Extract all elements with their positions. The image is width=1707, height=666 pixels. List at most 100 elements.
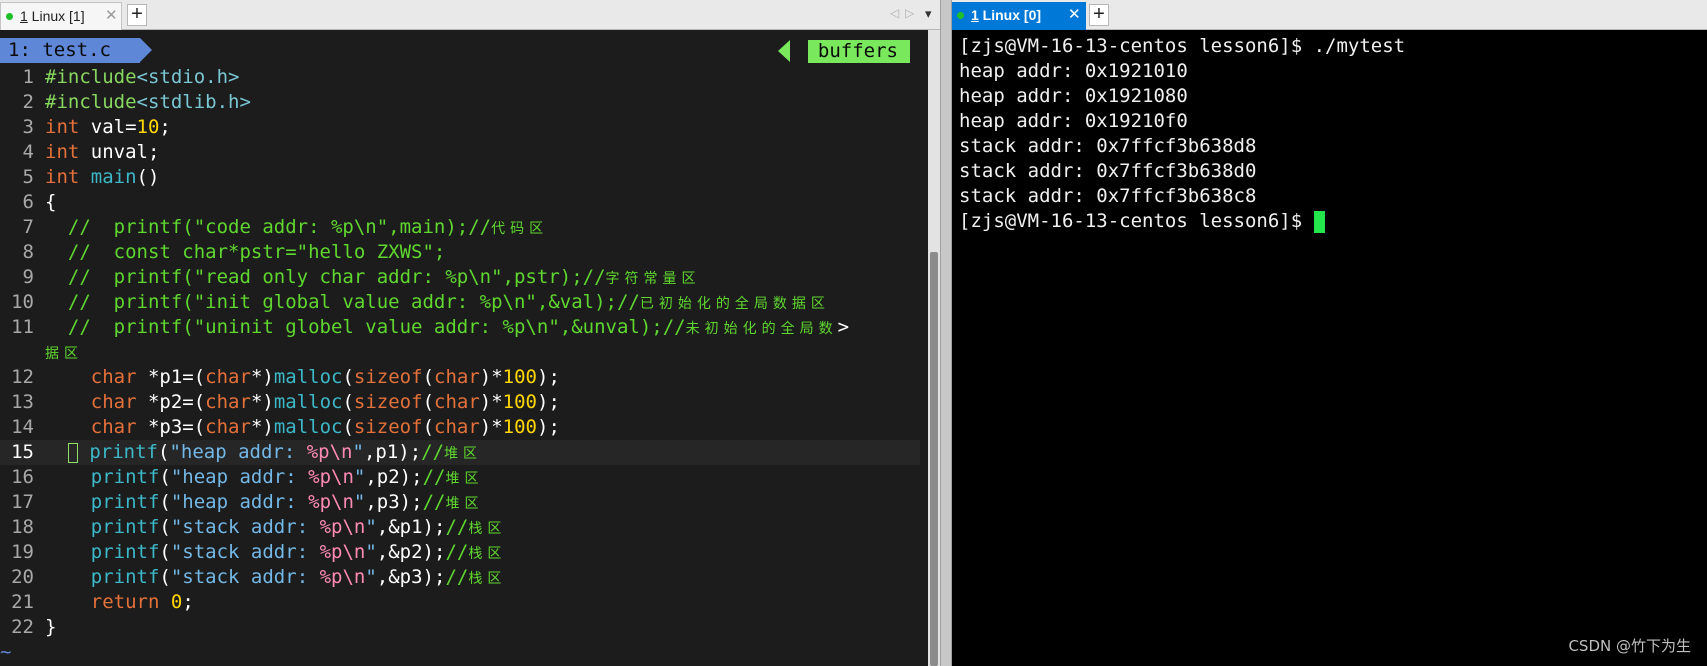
code-token: printf — [90, 491, 160, 513]
vim-tab-title[interactable]: 1: test.c — [0, 38, 140, 63]
code-line[interactable]: 14 char *p3=(char*)malloc(sizeof(char)*1… — [0, 415, 920, 440]
line-number: 2 — [22, 91, 34, 113]
code-token: )* — [479, 416, 503, 438]
code-token: ( — [157, 441, 170, 463]
code-line[interactable]: 8 // const char*pstr="hello ZXWS"; — [0, 240, 920, 265]
code-token: 代码区 — [491, 221, 549, 237]
line-number: 21 — [11, 591, 34, 613]
code-token: unval; — [79, 141, 160, 163]
terminal-pane[interactable]: [zjs@VM-16-13-centos lesson6]$ ./mytest h… — [952, 30, 1707, 666]
code-line[interactable]: 20 printf("stack addr: %p\n",&p3);//栈区 — [0, 565, 920, 590]
code-token: > — [837, 316, 850, 338]
code-token: ); — [537, 366, 560, 388]
code-line[interactable]: ~ — [0, 640, 920, 665]
code-line[interactable]: 12 char *p1=(char*)malloc(sizeof(char)*1… — [0, 365, 920, 390]
code-line[interactable]: 9 // printf("read only char addr: %p\n",… — [0, 265, 920, 290]
code-line[interactable]: 5 int main() — [0, 165, 920, 190]
line-number: 13 — [11, 391, 34, 413]
code-area[interactable]: 1 #include<stdio.h> 2 #include<stdlib.h> 3 in… — [0, 65, 920, 665]
code-line[interactable]: 据区 — [0, 340, 920, 365]
code-token: 字符常量区 — [605, 271, 701, 287]
line-text: char *p3=(char*)malloc(sizeof(char)*100)… — [45, 415, 560, 440]
vim-editor-pane[interactable]: 1: test.c buffers 1 #include<stdio.h> 2 #in… — [0, 30, 925, 666]
code-token: // — [445, 516, 469, 538]
code-token: char — [90, 416, 137, 438]
close-icon[interactable]: ✕ — [105, 3, 118, 29]
code-line[interactable]: 13 char *p2=(char*)malloc(sizeof(char)*1… — [0, 390, 920, 415]
code-token: *) — [250, 391, 274, 413]
line-text: printf("stack addr: %p\n",&p3);//栈区 — [45, 565, 506, 592]
terminal-line: stack addr: 0x7ffcf3b638d0 — [959, 159, 1405, 184]
line-number: 8 — [22, 241, 34, 263]
add-tab-button[interactable]: + — [127, 4, 147, 26]
line-text: 据区 — [45, 340, 83, 367]
pane-divider[interactable] — [940, 0, 952, 666]
code-line[interactable]: 6{ — [0, 190, 920, 215]
code-token: char — [205, 416, 251, 438]
code-line[interactable]: 2 #include<stdlib.h> — [0, 90, 920, 115]
code-token: // printf("uninit globel value addr: %p\… — [45, 316, 686, 338]
code-line[interactable]: 4 int unval; — [0, 140, 920, 165]
code-line[interactable]: 7 // printf("code addr: %p\n",main);//代码… — [0, 215, 920, 240]
code-token: 栈区 — [468, 571, 507, 587]
right-tabbar: 1 Linux [0] ✕ + — [952, 0, 1707, 30]
code-token: int — [45, 141, 80, 163]
code-token: char — [205, 391, 251, 413]
scroll-right-icon[interactable]: ▷ — [905, 6, 914, 20]
code-token: ,p1); — [363, 441, 422, 463]
tab-menu-icon[interactable]: ▾ — [925, 6, 932, 22]
code-token: 据区 — [45, 346, 83, 362]
code-line[interactable]: 1 #include<stdio.h> — [0, 65, 920, 90]
code-token: ); — [537, 391, 560, 413]
line-text: printf("heap addr: %p\n",p3);//堆区 — [45, 490, 483, 517]
code-token: ); — [537, 416, 560, 438]
code-line[interactable]: 17 printf("heap addr: %p\n",p3);//堆区 — [0, 490, 920, 515]
status-dot-icon — [6, 13, 13, 20]
code-token: ; — [182, 591, 194, 613]
vim-buffers-label: buffers — [807, 40, 910, 63]
code-line[interactable]: 19 printf("stack addr: %p\n",&p2);//栈区 — [0, 540, 920, 565]
code-token: " — [365, 541, 377, 563]
line-number: 1 — [22, 66, 34, 88]
code-token: val= — [79, 116, 137, 138]
code-token: sizeof — [353, 366, 423, 388]
code-token: ( — [422, 416, 435, 438]
code-token: // printf("code addr: %p\n",main);// — [45, 216, 492, 238]
code-line[interactable]: 18 printf("stack addr: %p\n",&p1);//栈区 — [0, 515, 920, 540]
code-token: )* — [479, 391, 503, 413]
tab-linux-0[interactable]: 1 Linux [0] ✕ — [952, 2, 1086, 30]
code-line[interactable]: 10 // printf("init global value addr: %p… — [0, 290, 920, 315]
line-text: // printf("read only char addr: %p\n",ps… — [45, 265, 701, 292]
code-token: // — [445, 541, 469, 563]
line-number: 22 — [11, 616, 34, 638]
scroll-left-icon[interactable]: ◁ — [890, 6, 899, 20]
tab-label: Linux [0] — [978, 7, 1042, 23]
code-token: int — [45, 166, 80, 188]
tab-linux-1[interactable]: 1 Linux [1] ✕ — [0, 2, 122, 30]
code-line[interactable]: 11 // printf("uninit globel value addr: … — [0, 315, 920, 340]
add-tab-button[interactable]: + — [1089, 4, 1109, 26]
code-token: // printf("read only char addr: %p\n",ps… — [45, 266, 606, 288]
code-line[interactable]: 3 int val=10; — [0, 115, 920, 140]
editor-scrollbar-thumb[interactable] — [930, 252, 938, 666]
terminal-line: stack addr: 0x7ffcf3b638d8 — [959, 134, 1405, 159]
terminal-line: stack addr: 0x7ffcf3b638c8 — [959, 184, 1405, 209]
line-number: 18 — [11, 516, 34, 538]
code-line[interactable]: 15 printf("heap addr: %p\n",p1);//堆区 — [0, 440, 920, 465]
code-line[interactable]: 21 return 0; — [0, 590, 920, 615]
close-icon[interactable]: ✕ — [1068, 2, 1081, 28]
code-token: ,&p3); — [376, 566, 446, 588]
line-number: 3 — [22, 116, 34, 138]
code-token: ( — [342, 391, 354, 413]
code-token: sizeof — [353, 416, 423, 438]
line-number: 14 — [11, 416, 34, 438]
code-line[interactable]: 16 printf("heap addr: %p\n",p2);//堆区 — [0, 465, 920, 490]
code-token: "stack addr: — [170, 516, 320, 538]
code-token: char — [90, 391, 137, 413]
code-token: ( — [422, 366, 435, 388]
code-line[interactable]: 22} — [0, 615, 920, 640]
